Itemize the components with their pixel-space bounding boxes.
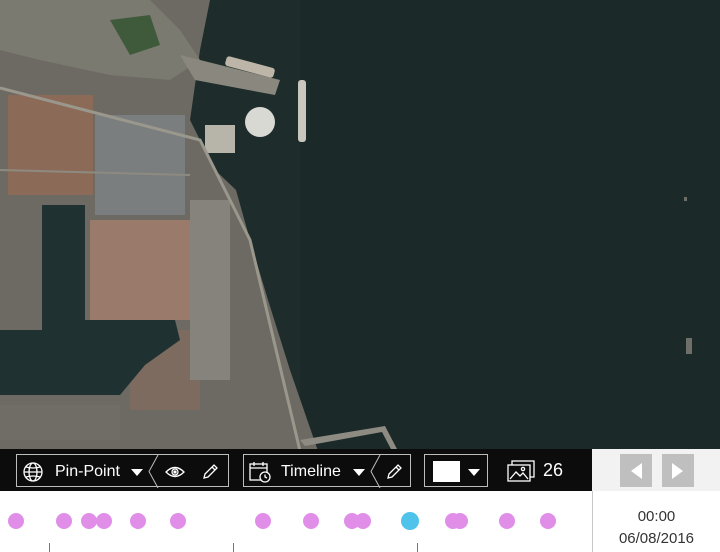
timeline-event-dot[interactable] [499, 513, 515, 529]
divider-chevron-icon [370, 455, 381, 488]
eye-icon[interactable] [163, 455, 187, 488]
triangle-right-icon [672, 462, 683, 479]
timeline-event-dot[interactable] [96, 513, 112, 529]
divider-chevron-icon [148, 455, 159, 488]
layer-control: Pin-Point [16, 454, 229, 488]
current-time-display: 00:00 06/08/2016 [593, 491, 720, 552]
images-icon[interactable] [506, 454, 536, 487]
color-swatch[interactable] [433, 461, 460, 482]
previous-button[interactable] [620, 454, 652, 487]
timeline-event-dot[interactable] [81, 513, 97, 529]
timeline-event-dot[interactable] [8, 513, 24, 529]
timeline-event-dot[interactable] [452, 513, 468, 529]
map-toolbar: Pin-Point Timeline 26 [0, 449, 592, 491]
pencil-icon[interactable] [383, 455, 405, 488]
timeline-event-dot[interactable] [130, 513, 146, 529]
timeline-event-dot[interactable] [56, 513, 72, 529]
timeline-dropdown[interactable]: Timeline [281, 455, 341, 488]
pencil-icon[interactable] [199, 455, 221, 488]
current-time: 00:00 [637, 508, 676, 525]
nav-panel [592, 449, 720, 491]
chevron-down-icon[interactable] [353, 469, 365, 476]
chevron-down-icon[interactable] [468, 469, 480, 476]
timeline-tick [233, 543, 234, 552]
calendar-clock-icon[interactable] [247, 455, 273, 488]
next-button[interactable] [662, 454, 694, 487]
image-count: 26 [543, 460, 564, 480]
triangle-left-icon [631, 462, 642, 479]
timeline-event-dot[interactable] [170, 513, 186, 529]
layer-dropdown[interactable]: Pin-Point [55, 455, 120, 488]
timeline-event-dot[interactable] [355, 513, 371, 529]
timeline-event-dot[interactable] [540, 513, 556, 529]
globe-icon[interactable] [21, 455, 45, 488]
timeline-track[interactable] [0, 491, 592, 552]
timeline-tick [417, 543, 418, 552]
timeline-tick [49, 543, 50, 552]
timeline-event-dot[interactable] [303, 513, 319, 529]
color-picker[interactable] [424, 454, 488, 487]
chevron-down-icon[interactable] [131, 469, 143, 476]
timeline-event-dot-active[interactable] [401, 512, 419, 530]
current-date: 06/08/2016 [618, 530, 695, 547]
satellite-map[interactable] [0, 0, 720, 451]
timeline-event-dot[interactable] [255, 513, 271, 529]
timeline-control: Timeline [243, 454, 411, 488]
